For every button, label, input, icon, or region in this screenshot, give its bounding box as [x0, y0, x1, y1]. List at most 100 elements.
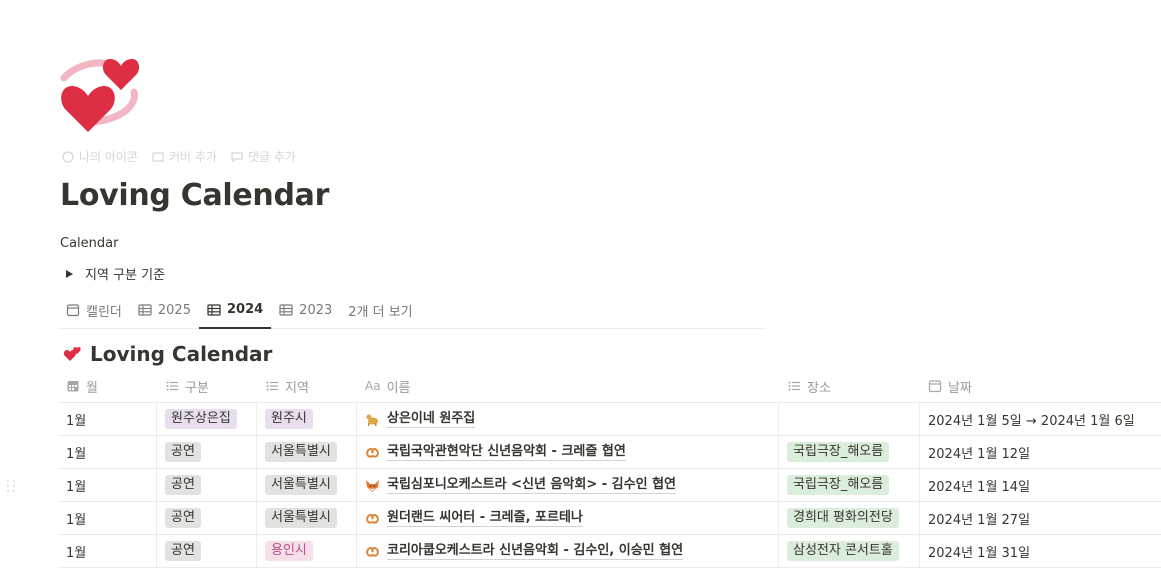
- tab-2024[interactable]: 2024: [198, 292, 272, 329]
- region-tag: 원주시: [265, 409, 313, 429]
- month-value: 1월: [66, 413, 87, 429]
- tab-2023-label: 2023: [299, 302, 333, 318]
- cell-date[interactable]: 2024년 1월 31일: [920, 535, 1161, 567]
- tab-more-views[interactable]: 2개 더 보기: [340, 292, 420, 328]
- add-cover-button[interactable]: 커버 추가: [152, 148, 217, 165]
- date-value: 2024년 1월 14일: [928, 479, 1031, 495]
- tab-2023[interactable]: 2023: [271, 292, 340, 328]
- name-text: 국립심포니오케스트라 <신년 음악회> - 김수인 협연: [387, 476, 677, 494]
- place-tag: 경희대 평화의전당: [787, 508, 899, 528]
- cell-name[interactable]: 상은이네 원주집: [357, 403, 779, 435]
- cell-category[interactable]: 공연: [157, 502, 257, 534]
- category-tag: 공연: [165, 475, 201, 495]
- add-icon-button[interactable]: 나의 아이콘: [62, 148, 138, 165]
- cell-place[interactable]: 국립극장_해오름: [779, 436, 920, 468]
- cell-category[interactable]: 원주상은집: [157, 403, 257, 435]
- two-hearts-icon: [64, 347, 81, 361]
- cell-name[interactable]: 국립심포니오케스트라 <신년 음악회> - 김수인 협연: [357, 469, 779, 501]
- date-value: 2024년 1월 31일: [928, 545, 1031, 561]
- column-header-month-label: 월: [86, 380, 98, 396]
- cell-place[interactable]: [779, 403, 920, 435]
- place-tag: 국립극장_해오름: [787, 475, 890, 495]
- name-text: 원더랜드 씨어터 - 크레즐, 포르테나: [387, 509, 583, 527]
- table-row[interactable]: 1월 공연 서울특별시 국립국악관현악단 신년음악회 - 크레즐 협연 국립극장…: [58, 436, 1161, 469]
- cell-region[interactable]: 서울특별시: [257, 502, 357, 534]
- category-tag: 공연: [165, 442, 201, 462]
- cell-category[interactable]: 공연: [157, 535, 257, 567]
- name-link[interactable]: 원더랜드 씨어터 - 크레즐, 포르테나: [365, 510, 583, 527]
- month-value: 1월: [66, 545, 87, 561]
- column-header-place[interactable]: 장소: [779, 370, 920, 402]
- cell-month[interactable]: 1월: [58, 436, 157, 468]
- name-link[interactable]: 상은이네 원주집: [365, 411, 476, 428]
- page-actions: 나의 아이콘 커버 추가 댓글 추가: [62, 148, 296, 165]
- fox-icon: [366, 479, 379, 492]
- column-header-category[interactable]: 구분: [157, 370, 257, 402]
- pretzel-icon: [366, 513, 379, 524]
- region-toggle[interactable]: 지역 구분 기준: [66, 264, 165, 283]
- name-link[interactable]: 국립국악관현악단 신년음악회 - 크레즐 협연: [365, 444, 626, 461]
- add-cover-label: 커버 추가: [169, 150, 217, 164]
- drag-handle-icon[interactable]: [4, 478, 18, 494]
- page-icon-two-hearts[interactable]: [58, 56, 142, 136]
- month-value: 1월: [66, 446, 87, 462]
- tab-2024-label: 2024: [226, 302, 264, 317]
- column-header-date-label: 날짜: [948, 380, 972, 396]
- month-value: 1월: [66, 479, 87, 495]
- database-title[interactable]: Loving Calendar: [64, 342, 272, 366]
- view-tabs: 캘린더 2025 2024 2023 2개 더 보기: [58, 292, 766, 329]
- name-link[interactable]: 코리아쿱오케스트라 신년음악회 - 김수인, 이승민 협연: [365, 543, 684, 560]
- column-header-date[interactable]: 날짜: [920, 370, 1161, 402]
- cell-name[interactable]: 코리아쿱오케스트라 신년음악회 - 김수인, 이승민 협연: [357, 535, 779, 567]
- column-header-name[interactable]: Aa 이름: [357, 370, 779, 402]
- table-row[interactable]: 1월 원주상은집 원주시 상은이네 원주집 2024년 1월 5일 → 2024…: [58, 403, 1161, 436]
- tab-calendar-label: 캘린더: [86, 304, 122, 320]
- cell-region[interactable]: 서울특별시: [257, 436, 357, 468]
- dog-icon: [366, 414, 378, 426]
- cell-month[interactable]: 1월: [58, 469, 157, 501]
- cell-date[interactable]: 2024년 1월 5일 → 2024년 1월 6일: [920, 403, 1161, 435]
- pretzel-icon: [366, 447, 379, 458]
- column-header-month[interactable]: 월: [58, 370, 157, 402]
- two-hearts-icon: [60, 59, 140, 132]
- list-icon: [166, 381, 178, 391]
- category-tag: 공연: [165, 508, 201, 528]
- column-header-region[interactable]: 지역: [257, 370, 357, 402]
- cell-category[interactable]: 공연: [157, 436, 257, 468]
- cell-region[interactable]: 원주시: [257, 403, 357, 435]
- cell-place[interactable]: 국립극장_해오름: [779, 469, 920, 501]
- cell-date[interactable]: 2024년 1월 27일: [920, 502, 1161, 534]
- region-tag: 서울특별시: [265, 475, 337, 495]
- column-header-category-label: 구분: [185, 380, 209, 396]
- table-row[interactable]: 1월 공연 서울특별시 국립심포니오케스트라 <신년 음악회> - 김수인 협연…: [58, 469, 1161, 502]
- tab-calendar[interactable]: 캘린더: [58, 292, 130, 328]
- cell-region[interactable]: 용인시: [257, 535, 357, 567]
- tab-2025[interactable]: 2025: [130, 292, 199, 328]
- cell-region[interactable]: 서울특별시: [257, 469, 357, 501]
- calendar-icon: [66, 304, 80, 317]
- cell-name[interactable]: 원더랜드 씨어터 - 크레즐, 포르테나: [357, 502, 779, 534]
- name-link[interactable]: 국립심포니오케스트라 <신년 음악회> - 김수인 협연: [365, 476, 677, 494]
- text-aa-icon: Aa: [365, 379, 381, 393]
- cell-place[interactable]: 경희대 평화의전당: [779, 502, 920, 534]
- tab-2025-label: 2025: [157, 302, 191, 318]
- table-row[interactable]: 1월 공연 용인시 코리아쿱오케스트라 신년음악회 - 김수인, 이승민 협연 …: [58, 535, 1161, 568]
- cell-month[interactable]: 1월: [58, 535, 157, 567]
- table-row[interactable]: 1월 공연 서울특별시 원더랜드 씨어터 - 크레즐, 포르테나 경희대 평화의…: [58, 502, 1161, 535]
- cell-date[interactable]: 2024년 1월 12일: [920, 436, 1161, 468]
- date-value: 2024년 1월 5일 → 2024년 1월 6일: [928, 413, 1135, 429]
- name-text: 국립국악관현악단 신년음악회 - 크레즐 협연: [387, 443, 626, 461]
- toggle-triangle-icon[interactable]: [66, 269, 73, 278]
- cell-month[interactable]: 1월: [58, 403, 157, 435]
- category-tag: 공연: [165, 541, 201, 561]
- list-icon: [788, 381, 800, 391]
- cell-place[interactable]: 삼성전자 콘서트홀: [779, 535, 920, 567]
- database-title-text: Loving Calendar: [90, 342, 273, 366]
- page-title[interactable]: Loving Calendar: [60, 178, 329, 213]
- cell-category[interactable]: 공연: [157, 469, 257, 501]
- cell-month[interactable]: 1월: [58, 502, 157, 534]
- add-comment-button[interactable]: 댓글 추가: [231, 148, 296, 165]
- pretzel-icon: [366, 546, 379, 557]
- cell-date[interactable]: 2024년 1월 14일: [920, 469, 1161, 501]
- cell-name[interactable]: 국립국악관현악단 신년음악회 - 크레즐 협연: [357, 436, 779, 468]
